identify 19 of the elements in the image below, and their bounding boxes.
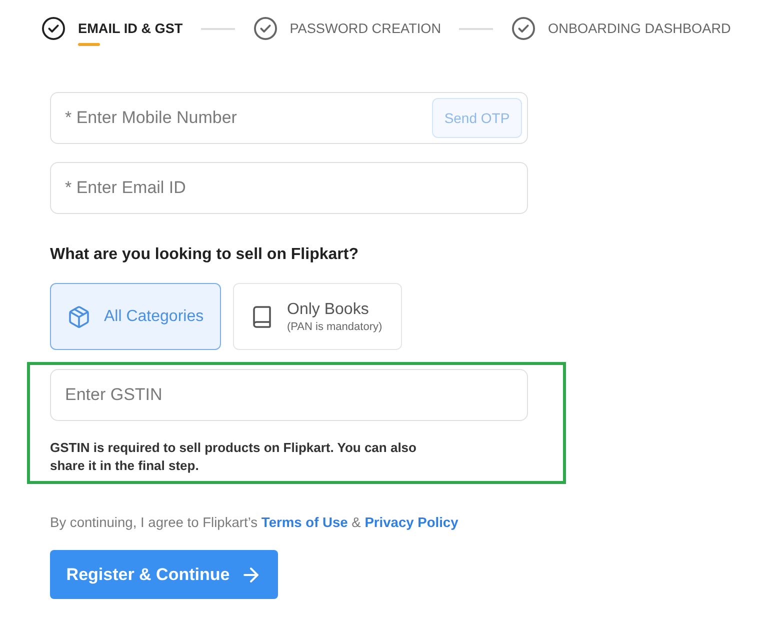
gstin-field[interactable]: Enter GSTIN xyxy=(50,369,528,421)
check-circle-icon xyxy=(254,17,277,40)
terms-of-use-link[interactable]: Terms of Use xyxy=(261,515,348,530)
category-question: What are you looking to sell on Flipkart? xyxy=(50,245,360,265)
check-circle-icon xyxy=(42,17,65,40)
package-icon xyxy=(67,304,91,328)
gstin-help-text: GSTIN is required to sell products on Flipkart. You can also share it in the final step. xyxy=(50,439,418,475)
step-label: ONBOARDING DASHBOARD xyxy=(548,21,731,36)
book-icon xyxy=(250,304,274,328)
active-step-underline xyxy=(78,43,100,46)
register-continue-button[interactable]: Register & Continue xyxy=(50,550,278,599)
step-label: EMAIL ID & GST xyxy=(78,21,183,36)
category-option[interactable]: Only Books (PAN is mandatory) xyxy=(233,283,402,350)
privacy-policy-link[interactable]: Privacy Policy xyxy=(364,515,458,530)
consent-text: By continuing, I agree to Flipkart’s Terms of Use & Privacy Policy xyxy=(50,514,458,532)
email-field[interactable]: * Enter Email ID xyxy=(50,162,528,214)
check-circle-icon xyxy=(512,17,536,40)
category-option[interactable]: All Categories xyxy=(50,283,221,350)
step-label: PASSWORD CREATION xyxy=(290,21,442,36)
